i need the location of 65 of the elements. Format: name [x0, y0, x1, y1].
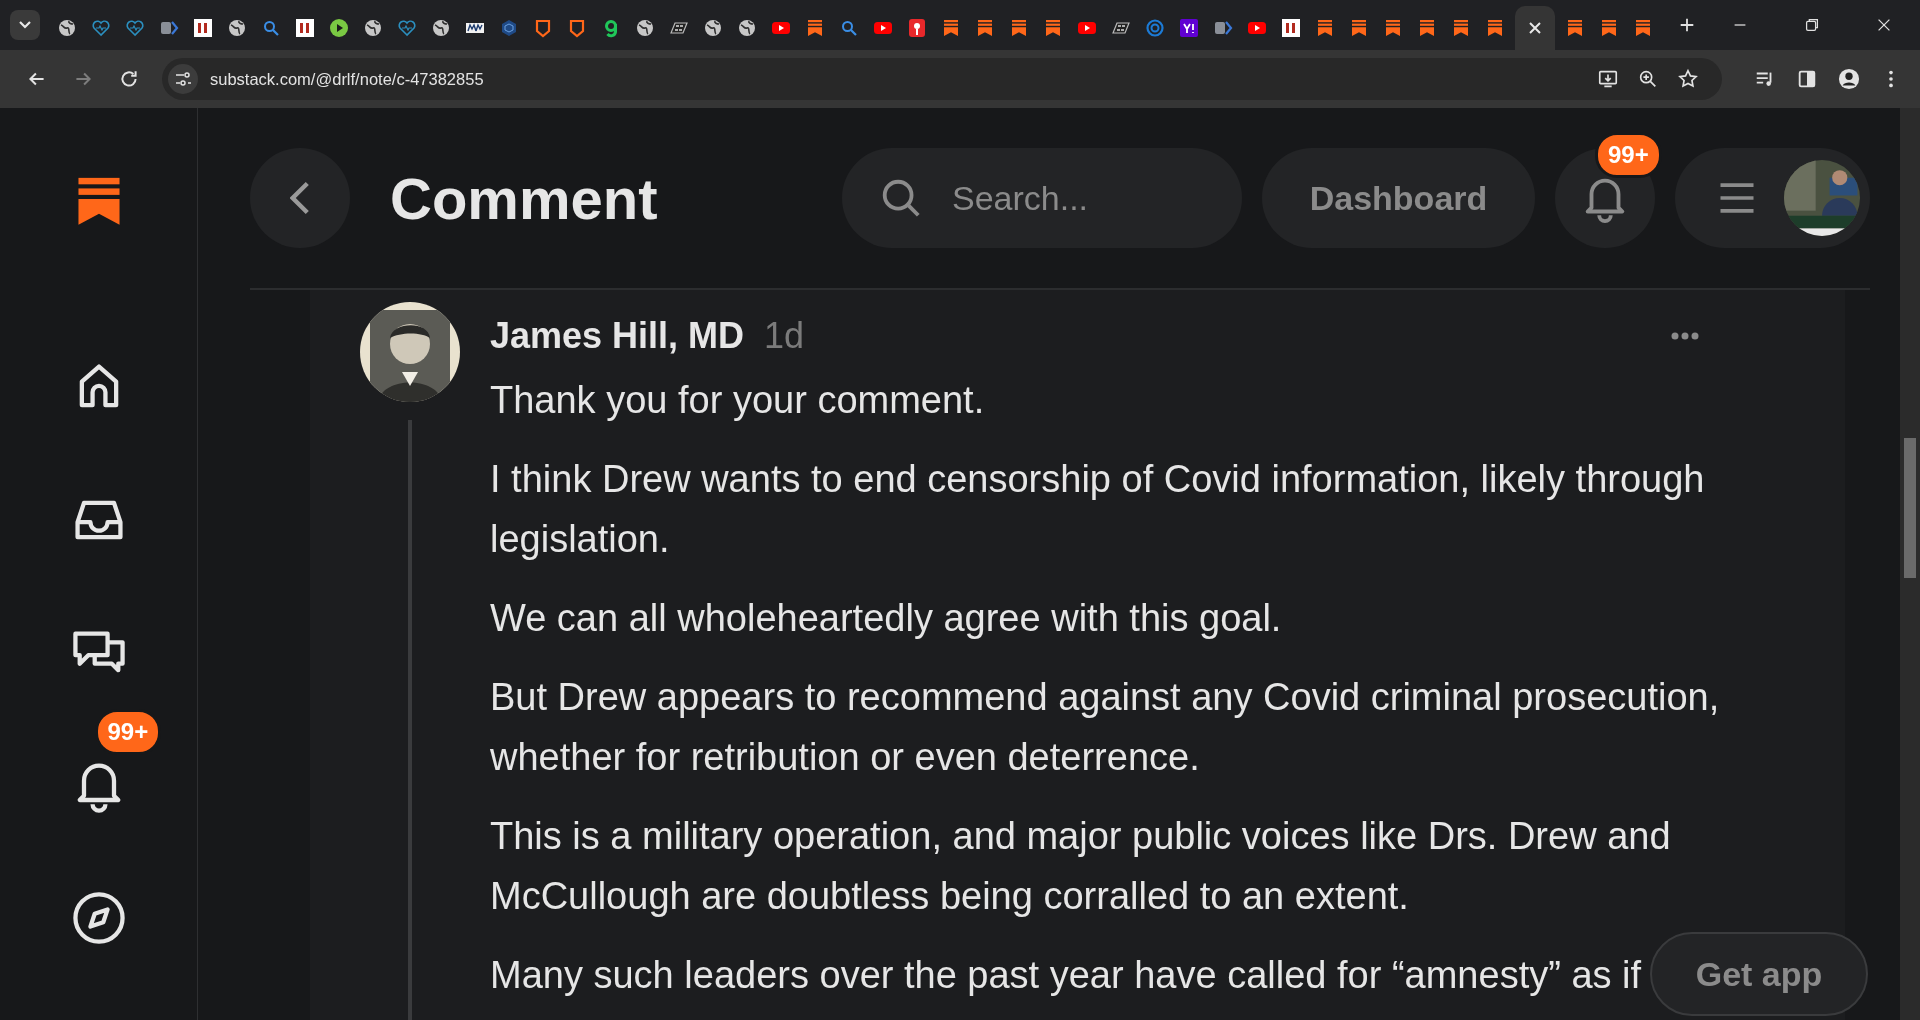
square-icon	[1179, 18, 1199, 38]
bookmark-icon	[1383, 18, 1403, 38]
globe-icon	[57, 18, 77, 38]
search-field[interactable]: Search...	[842, 148, 1242, 248]
heart-icon	[91, 18, 111, 38]
dashboard-button[interactable]: Dashboard	[1262, 148, 1535, 248]
bookmark-icon	[1417, 18, 1437, 38]
square-icon	[295, 18, 315, 38]
shield-icon	[567, 18, 587, 38]
globe-icon	[635, 18, 655, 38]
globe-icon	[703, 18, 723, 38]
tab-list-button[interactable]	[10, 10, 40, 40]
site-settings-icon[interactable]	[168, 64, 198, 94]
address-bar[interactable]: substack.com/@drlf/note/c-47382855	[162, 58, 1722, 100]
bookmark-icon	[1633, 18, 1653, 38]
square-icon	[1281, 18, 1301, 38]
globe-icon	[227, 18, 247, 38]
get-app-button[interactable]: Get app	[1650, 932, 1868, 1016]
globe-icon	[737, 18, 757, 38]
heart-icon	[397, 18, 417, 38]
reload-icon[interactable]	[118, 68, 140, 90]
bookmark-icon	[1009, 18, 1029, 38]
bookmark-icon	[941, 18, 961, 38]
search-icon	[261, 18, 281, 38]
star-icon[interactable]	[1677, 68, 1699, 90]
cube-icon	[499, 18, 519, 38]
search-icon	[839, 18, 859, 38]
comment-paragraph: Many such leaders over the past year have called for “amnesty” as if	[490, 953, 1642, 998]
notification-badge: 99+	[1595, 132, 1662, 178]
comment-paragraph: This is a military operation, and major public voices like Drs. Drew and McCullough are doubtless being corralled to an extent.	[490, 814, 1672, 919]
heart-icon	[125, 18, 145, 38]
author-name[interactable]: James Hill, MD	[490, 315, 745, 357]
globe-icon	[431, 18, 451, 38]
bookmark-icon	[1349, 18, 1369, 38]
ring-icon	[1145, 18, 1165, 38]
bookmark-icon	[1315, 18, 1335, 38]
globe-icon	[363, 18, 383, 38]
page-title: Comment	[390, 164, 658, 232]
bookmark-icon	[805, 18, 825, 38]
comment-paragraph: I think Drew wants to end censorship of Covid information, likely through legislation.	[490, 457, 1706, 562]
square-icon	[193, 18, 213, 38]
profile-icon[interactable]	[1838, 68, 1860, 90]
bookmark-icon	[1043, 18, 1063, 38]
scrollbar[interactable]	[1900, 108, 1920, 1020]
bookmark-icon	[1485, 18, 1505, 38]
back-icon	[290, 181, 310, 215]
side-panel-icon[interactable]	[1796, 68, 1818, 90]
pin-icon	[907, 18, 927, 38]
browser-tab[interactable]	[1515, 6, 1555, 50]
restore-icon[interactable]	[1803, 16, 1821, 34]
install-icon[interactable]	[1597, 68, 1619, 90]
url-text[interactable]: substack.com/@drlf/note/c-47382855	[210, 69, 484, 89]
bookmark-icon	[1599, 18, 1619, 38]
comment-paragraph: We can all wholeheartedly agree with this goal.	[490, 596, 1282, 641]
bookmark-icon	[975, 18, 995, 38]
comment-paragraph: But Drew appears to recommend against any Covid criminal prosecution, whether for retribution or even deterrence.	[490, 675, 1721, 780]
timestamp: 1d	[764, 315, 805, 357]
zoom-icon[interactable]	[1637, 68, 1659, 90]
new-tab-icon[interactable]	[1678, 16, 1696, 34]
play-icon	[329, 18, 349, 38]
bookmark-icon	[1451, 18, 1471, 38]
more-options-icon[interactable]	[1670, 331, 1700, 341]
shield-icon	[533, 18, 553, 38]
bookmark-icon	[1565, 18, 1585, 38]
comment-paragraph: Thank you for your comment.	[490, 378, 985, 423]
